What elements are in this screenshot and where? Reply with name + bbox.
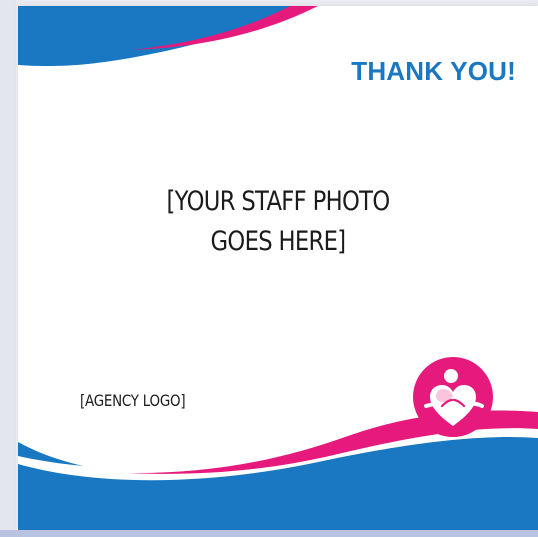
window-edge-left bbox=[0, 0, 16, 537]
stage: THANK YOU! [YOUR STAFF PHOTO GOES HERE] … bbox=[0, 0, 538, 537]
thank-you-card: THANK YOU! [YOUR STAFF PHOTO GOES HERE] … bbox=[18, 6, 538, 530]
staff-photo-placeholder: [YOUR STAFF PHOTO GOES HERE] bbox=[60, 182, 497, 262]
heart-hug-icon bbox=[413, 357, 493, 437]
bottom-blue-wave bbox=[18, 435, 538, 530]
agency-logo-placeholder: [AGENCY LOGO] bbox=[80, 391, 186, 410]
staff-photo-placeholder-line2: GOES HERE] bbox=[210, 226, 347, 257]
staff-photo-placeholder-line1: [YOUR STAFF PHOTO bbox=[166, 186, 390, 217]
window-edge-bottom bbox=[0, 530, 538, 537]
thank-you-heading: THANK YOU! bbox=[351, 56, 516, 86]
